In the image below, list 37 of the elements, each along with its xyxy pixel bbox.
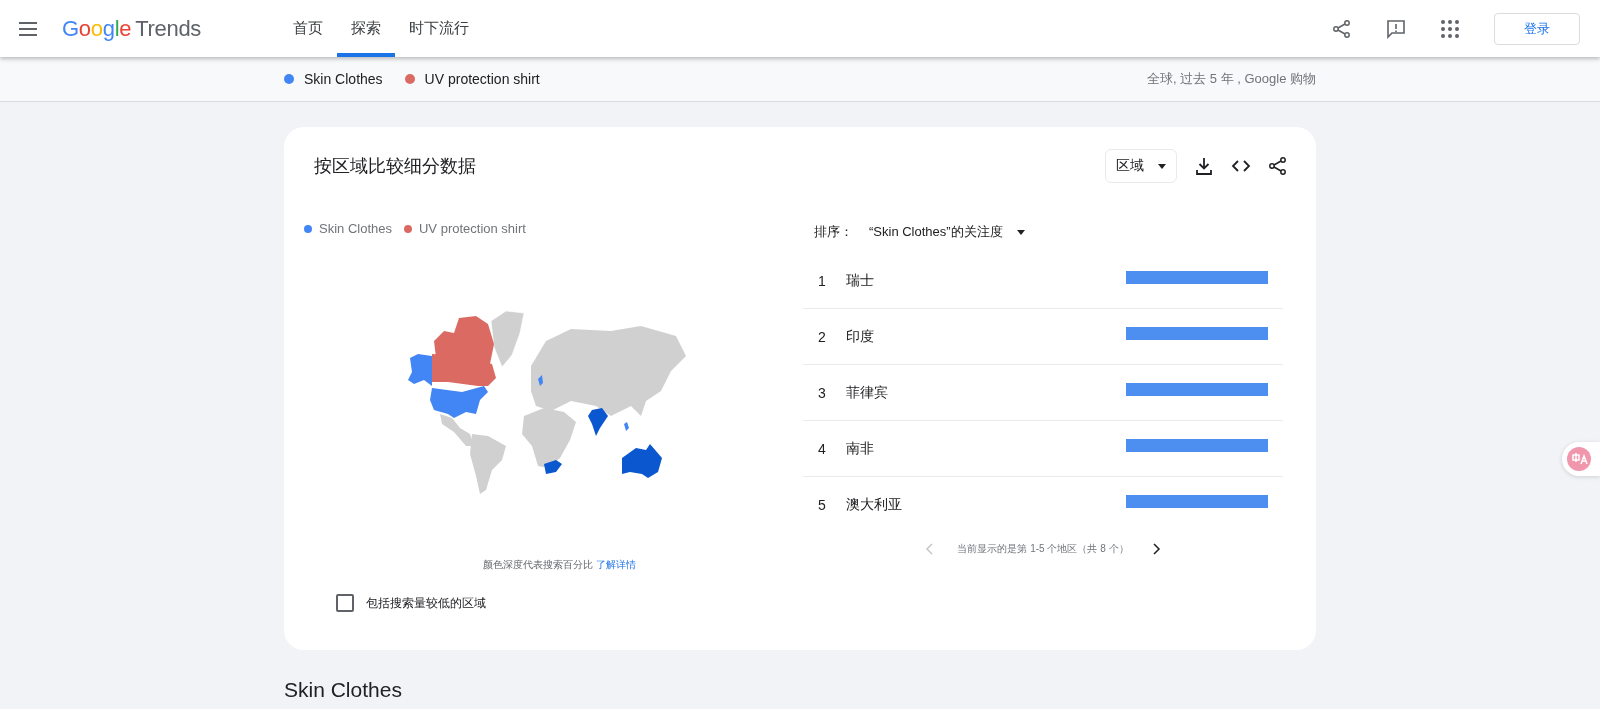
region-name[interactable]: 印度 bbox=[846, 327, 1126, 346]
region-name[interactable]: 瑞士 bbox=[846, 271, 1126, 290]
term-label[interactable]: UV protection shirt bbox=[424, 71, 540, 87]
rank-number: 2 bbox=[818, 328, 827, 345]
menu-icon[interactable] bbox=[19, 21, 37, 36]
learn-more-link[interactable]: 了解详情 bbox=[595, 559, 636, 570]
section-title: Skin Clothes bbox=[284, 678, 403, 702]
pagination-text: 当前显示的是第 1-5 个地区（共 8 个） bbox=[957, 542, 1129, 556]
sort-dropdown[interactable]: “Skin Clothes”的关注度 bbox=[869, 223, 1003, 241]
checkbox[interactable] bbox=[336, 594, 354, 612]
share-icon[interactable] bbox=[1332, 18, 1352, 39]
rank-number: 1 bbox=[818, 272, 827, 289]
filter-summary: 全球, 过去 5 年 , Google 购物 bbox=[1146, 70, 1316, 88]
sort-label: 排序： bbox=[814, 223, 853, 241]
resolution-dropdown[interactable]: 区域 bbox=[1105, 149, 1177, 183]
region-name[interactable]: 南非 bbox=[846, 439, 1126, 458]
card-title: 按区域比较细分数据 bbox=[314, 155, 476, 178]
rank-number: 5 bbox=[818, 496, 827, 513]
term-label[interactable]: Skin Clothes bbox=[304, 71, 383, 87]
download-icon[interactable] bbox=[1194, 156, 1214, 176]
region-name[interactable]: 菲律宾 bbox=[846, 383, 1126, 402]
rank-number: 4 bbox=[818, 440, 827, 457]
region-name[interactable]: 澳大利亚 bbox=[846, 495, 1126, 514]
nav-tab[interactable]: 时下流行 bbox=[395, 0, 483, 57]
share-icon[interactable] bbox=[1268, 156, 1288, 176]
checkbox-label: 包括搜索量较低的区域 bbox=[366, 594, 486, 612]
nav-tab[interactable]: 首页 bbox=[279, 0, 337, 57]
caret-icon[interactable] bbox=[1016, 229, 1025, 235]
apps-grid-icon[interactable] bbox=[1440, 18, 1460, 39]
legend-label: Skin Clothes bbox=[319, 221, 392, 236]
rank-number: 3 bbox=[818, 384, 827, 401]
sign-in-button[interactable]: 登录 bbox=[1494, 12, 1580, 45]
map-note: 颜色深度代表搜索百分比 了解详情 bbox=[483, 558, 636, 572]
caret-icon[interactable] bbox=[1158, 163, 1166, 169]
legend-label: UV protection shirt bbox=[419, 221, 526, 236]
feedback-icon[interactable] bbox=[1386, 18, 1406, 39]
google-trends-logo[interactable]: Google Trends bbox=[62, 15, 201, 42]
